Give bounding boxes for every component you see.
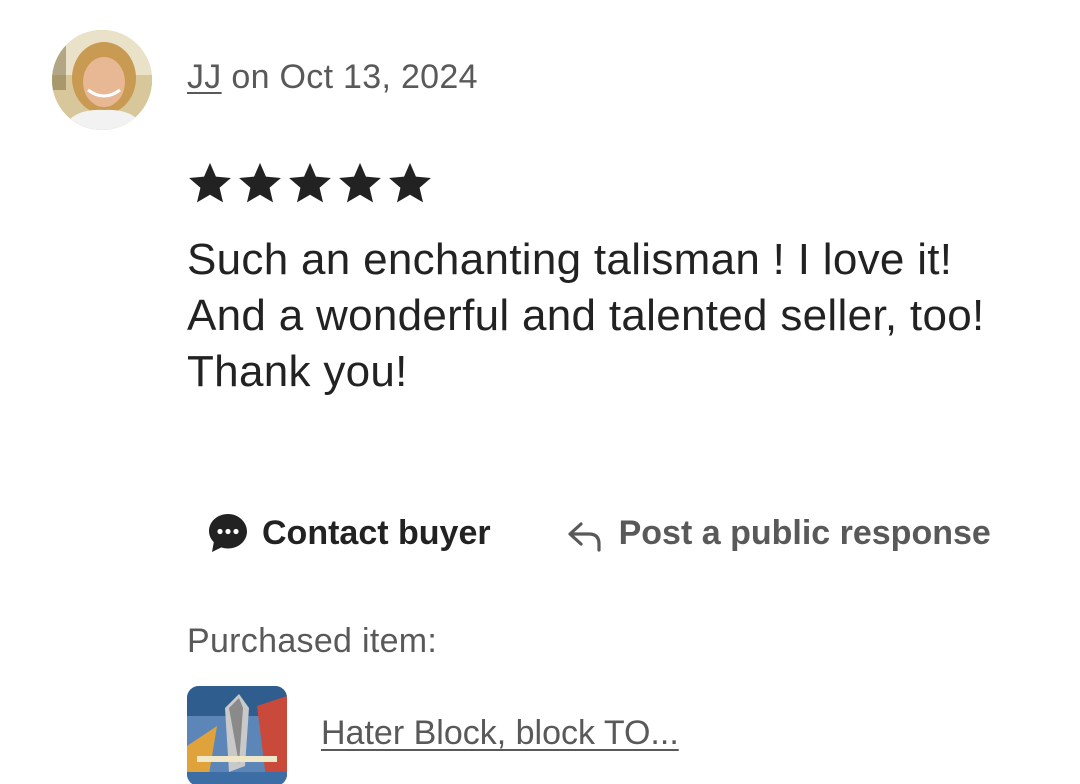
post-public-response-button[interactable]: Post a public response <box>565 510 991 556</box>
reviewer-avatar[interactable] <box>52 30 152 130</box>
review-actions: Contact buyer Post a public response <box>206 510 991 556</box>
star-icon <box>339 162 381 203</box>
purchased-item-label: Purchased item: <box>187 622 438 660</box>
review-date: on Oct 13, 2024 <box>221 58 478 96</box>
review-text: Such an enchanting talisman ! I love it!… <box>187 235 985 396</box>
contact-buyer-label: Contact buyer <box>262 513 491 552</box>
star-icon <box>289 162 331 203</box>
review-card: JJ on Oct 13, 2024 Such an enchanting ta… <box>0 0 1080 784</box>
star-rating <box>187 160 433 206</box>
post-public-response-label: Post a public response <box>618 513 991 552</box>
star-icon <box>389 162 431 203</box>
star-icon <box>189 162 231 203</box>
reply-arrow-icon <box>567 522 601 552</box>
purchased-item-title-link[interactable]: Hater Block, block TO... <box>321 714 679 753</box>
reviewer-line: JJ on Oct 13, 2024 <box>187 58 478 97</box>
purchased-item-thumbnail[interactable] <box>187 686 287 784</box>
chat-bubble-icon <box>209 514 247 552</box>
contact-buyer-button[interactable]: Contact buyer <box>206 511 491 555</box>
star-icon <box>239 162 281 203</box>
avatar-photo <box>52 30 152 130</box>
item-photo <box>187 686 287 784</box>
reviewer-name-link[interactable]: JJ <box>187 58 222 96</box>
